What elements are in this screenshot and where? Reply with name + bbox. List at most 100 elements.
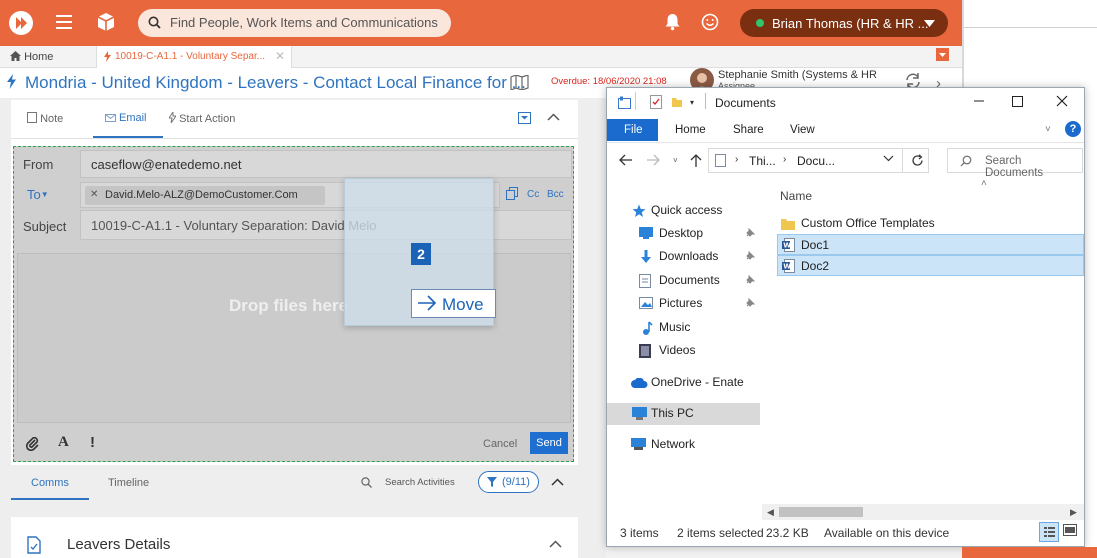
horizontal-scrollbar[interactable]: ◀ ▶: [762, 504, 1084, 520]
pin-icon[interactable]: [745, 228, 755, 238]
nav-documents[interactable]: Documents: [607, 270, 757, 292]
back-arrow-icon[interactable]: [619, 154, 633, 166]
scrollbar-thumb[interactable]: [779, 507, 863, 517]
global-search-input[interactable]: Find People, Work Items and Communicatio…: [138, 9, 451, 37]
breadcrumb-separator: ›: [735, 154, 739, 165]
package-icon[interactable]: [96, 12, 116, 32]
nav-downloads[interactable]: Downloads: [607, 246, 757, 268]
chevron-up-icon: [549, 540, 562, 548]
scroll-left-icon[interactable]: ◀: [767, 507, 774, 518]
up-arrow-icon[interactable]: [690, 153, 702, 167]
tab-comms[interactable]: Comms: [11, 467, 89, 500]
tab-timeline[interactable]: Timeline: [108, 477, 149, 489]
nav-pictures[interactable]: Pictures: [607, 293, 757, 315]
breadcrumb-this-pc[interactable]: Thi...: [749, 154, 776, 168]
search-icon: [960, 155, 972, 167]
collapse-header-icon[interactable]: [936, 48, 949, 61]
background-window-strip: [962, 547, 1097, 558]
leavers-details-section[interactable]: Leavers Details: [11, 517, 578, 558]
pin-icon[interactable]: [745, 298, 755, 308]
cc-button[interactable]: Cc: [527, 189, 539, 200]
ribbon-tab-file[interactable]: File: [607, 119, 658, 141]
close-tab-icon[interactable]: ✕: [275, 49, 285, 63]
email-template-icon[interactable]: [518, 112, 531, 124]
refresh-icon[interactable]: [911, 154, 924, 167]
bcc-button[interactable]: Bcc: [547, 189, 564, 200]
new-folder-icon[interactable]: [671, 95, 683, 108]
nav-desktop[interactable]: Desktop: [607, 223, 757, 245]
list-item[interactable]: W Doc2: [777, 255, 1084, 276]
chevron-down-icon[interactable]: [883, 155, 894, 162]
to-label: To: [27, 187, 41, 202]
chevron-up-icon[interactable]: [547, 113, 560, 121]
tab-email[interactable]: Email: [93, 100, 163, 138]
ribbon-tab-home[interactable]: Home: [675, 124, 706, 136]
large-icons-view-icon[interactable]: [1063, 524, 1077, 536]
customize-toolbar-icon[interactable]: ▾: [690, 98, 694, 107]
chevron-up-icon[interactable]: [551, 478, 564, 486]
map-icon[interactable]: [510, 75, 529, 90]
scroll-right-icon[interactable]: ▶: [1070, 507, 1077, 518]
pin-icon[interactable]: [745, 251, 755, 261]
from-field[interactable]: caseflow@enatedemo.net: [80, 150, 572, 178]
enate-logo-icon[interactable]: [8, 10, 34, 36]
video-icon: [639, 344, 653, 358]
minimize-button[interactable]: [967, 90, 991, 112]
nav-this-pc[interactable]: This PC: [607, 403, 760, 425]
breadcrumb-documents[interactable]: Docu...: [797, 154, 835, 168]
ribbon-tab-view[interactable]: View: [790, 124, 815, 136]
font-format-icon[interactable]: A: [58, 434, 69, 451]
cancel-button[interactable]: Cancel: [483, 438, 517, 450]
remove-recipient-icon[interactable]: ✕: [90, 189, 98, 200]
quick-access-toolbar-icon[interactable]: [618, 96, 631, 109]
close-window-button[interactable]: [1050, 90, 1074, 112]
details-view-icon[interactable]: [1039, 522, 1059, 542]
column-header-name[interactable]: Name: [780, 189, 812, 203]
tab-note[interactable]: Note: [27, 112, 63, 125]
maximize-button[interactable]: [1005, 90, 1029, 112]
send-button[interactable]: Send: [530, 432, 568, 454]
pin-icon[interactable]: [745, 275, 755, 285]
address-bar[interactable]: › Thi... › Docu...: [708, 148, 929, 173]
paperclip-icon[interactable]: [26, 437, 40, 451]
nav-network[interactable]: Network: [607, 434, 757, 456]
list-item[interactable]: W Doc1: [777, 234, 1084, 255]
recent-locations-icon[interactable]: ˅: [673, 156, 678, 165]
music-note-icon: [641, 321, 655, 335]
nav-quick-access[interactable]: Quick access: [607, 200, 757, 222]
notifications-bell-icon[interactable]: [664, 13, 681, 31]
nav-label: This PC: [651, 406, 694, 420]
filter-button[interactable]: (9/11): [478, 471, 539, 493]
search-activities-input[interactable]: Search Activities: [385, 477, 455, 488]
nav-videos[interactable]: Videos: [607, 340, 757, 362]
help-icon[interactable]: ?: [1065, 121, 1081, 137]
ribbon-tab-share[interactable]: Share: [733, 124, 764, 136]
search-documents-placeholder: Search Documents: [985, 155, 1044, 179]
tab-start-action[interactable]: Start Action: [169, 112, 235, 125]
tab-work-item[interactable]: 10019-C-A1.1 - Voluntary Separ... ✕: [96, 46, 292, 68]
sort-chevron-icon: ˄: [981, 178, 987, 189]
status-item-count: 3 items: [620, 526, 659, 540]
bolt-icon: [169, 112, 176, 123]
search-documents-input[interactable]: Search Documents: [947, 148, 1083, 179]
divider: [11, 138, 578, 139]
to-dropdown[interactable]: To▼: [27, 187, 49, 202]
tab-work-item-label: 10019-C-A1.1 - Voluntary Separ...: [115, 51, 266, 62]
forward-arrow-icon[interactable]: [646, 154, 660, 166]
properties-icon[interactable]: [650, 95, 663, 109]
tab-home[interactable]: Home: [10, 51, 53, 63]
subject-field[interactable]: 10019-C-A1.1 - Voluntary Separation: Dav…: [80, 210, 572, 240]
expand-ribbon-icon[interactable]: ˅: [1045, 124, 1051, 135]
network-icon: [631, 438, 646, 451]
menu-icon[interactable]: [56, 15, 72, 29]
nav-music[interactable]: Music: [607, 317, 757, 339]
arrow-right-icon: [417, 294, 437, 312]
list-item[interactable]: Custom Office Templates: [775, 213, 1082, 235]
feedback-smiley-icon[interactable]: [701, 13, 719, 31]
nav-onedrive[interactable]: OneDrive - Enate: [607, 372, 757, 394]
importance-icon[interactable]: !: [90, 434, 95, 451]
tab-note-label: Note: [40, 113, 64, 125]
drag-move-tooltip: Move: [411, 289, 496, 318]
copy-icon[interactable]: [506, 187, 518, 200]
user-menu-button[interactable]: Brian Thomas (HR & HR ...: [740, 9, 948, 37]
